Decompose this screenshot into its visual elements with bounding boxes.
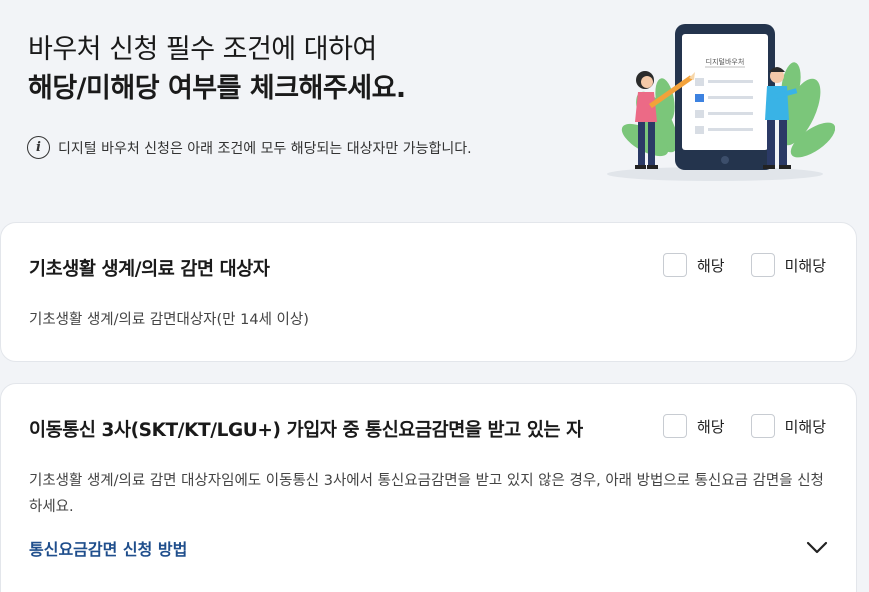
card-title: 이동통신 3사(SKT/KT/LGU+) 가입자 중 통신요금감면을 받고 있는…	[29, 420, 583, 441]
notice-text: 디지털 바우처 신청은 아래 조건에 모두 해당되는 대상자만 가능합니다.	[58, 140, 472, 157]
option-no-label: 미해당	[784, 256, 826, 275]
checkbox-yes[interactable]	[662, 414, 687, 438]
checkbox-no[interactable]	[750, 414, 775, 438]
option-yes-label: 해당	[696, 417, 725, 436]
checkbox-no[interactable]	[750, 253, 775, 277]
telecom-discount-method-link[interactable]: 통신요금감면 신청 방법	[29, 536, 187, 560]
checkbox-yes[interactable]	[662, 253, 687, 277]
page-title: 바우처 신청 필수 조건에 대하여 해당/미해당 여부를 체크해주세요.	[28, 30, 406, 108]
option-no[interactable]: 미해당	[750, 414, 826, 438]
condition-card-basic-livelihood: 기초생활 생계/의료 감면 대상자 해당 미해당 기초생활 생계/의료 감면대상…	[0, 222, 857, 362]
condition-card-telecom-discount: 이동통신 3사(SKT/KT/LGU+) 가입자 중 통신요금감면을 받고 있는…	[0, 383, 857, 592]
option-yes[interactable]: 해당	[662, 414, 725, 438]
voucher-illustration: 디지털바우처	[607, 24, 835, 181]
card-description: 기초생활 생계/의료 감면대상자(만 14세 이상)	[29, 312, 309, 328]
illustration-label: 디지털바우처	[706, 57, 745, 66]
chevron-down-icon[interactable]	[806, 541, 828, 555]
card-description: 기초생활 생계/의료 감면 대상자임에도 이동통신 3사에서 통신요금감면을 받…	[29, 473, 824, 515]
option-yes[interactable]: 해당	[662, 253, 725, 277]
notice: i 디지털 바우처 신청은 아래 조건에 모두 해당되는 대상자만 가능합니다.	[27, 136, 472, 159]
option-no-label: 미해당	[784, 417, 826, 436]
title-line-1: 바우처 신청 필수 조건에 대하여	[28, 34, 377, 65]
info-icon: i	[27, 136, 50, 159]
card-title: 기초생활 생계/의료 감면 대상자	[29, 259, 270, 280]
page-header: 바우처 신청 필수 조건에 대하여 해당/미해당 여부를 체크해주세요. i 디…	[0, 0, 869, 220]
title-line-2: 해당/미해당 여부를 체크해주세요.	[28, 73, 406, 104]
option-yes-label: 해당	[696, 256, 725, 275]
option-no[interactable]: 미해당	[750, 253, 826, 277]
option-group: 해당 미해당	[662, 253, 826, 277]
option-group: 해당 미해당	[662, 414, 826, 438]
